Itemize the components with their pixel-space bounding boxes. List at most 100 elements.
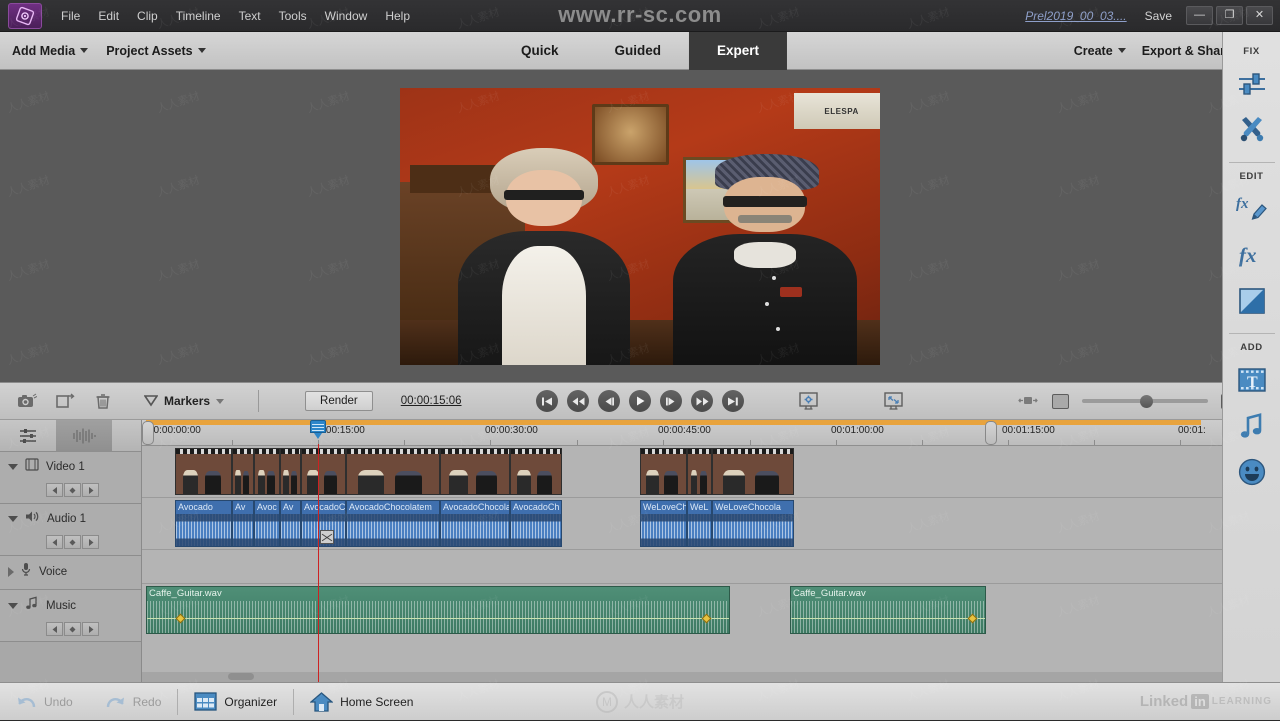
current-timecode[interactable]: 00:00:15:06 [401,395,462,407]
video-clip[interactable] [232,448,254,495]
audio-clip[interactable]: Avoc [254,500,280,547]
track-nav-buttons-music[interactable] [46,622,141,636]
video-preview[interactable]: ELESPA [400,87,880,365]
audio-clip[interactable]: Avocado [175,500,232,547]
zoom-slider[interactable] [1082,393,1208,409]
video-clip[interactable] [712,448,794,495]
chevron-down-icon[interactable] [8,464,18,470]
audio-crossfade-icon[interactable] [320,530,334,544]
menu-item-tools[interactable]: Tools [270,5,316,27]
go-to-start-button[interactable] [536,390,558,412]
add-edit-button[interactable] [64,535,81,549]
render-button[interactable]: Render [305,391,373,411]
track-header-music[interactable]: Music [0,590,141,642]
menu-item-edit[interactable]: Edit [89,5,128,27]
video-clip[interactable] [640,448,687,495]
save-button[interactable]: Save [1145,9,1172,23]
audio-clip[interactable]: WeLoveCh [640,500,687,547]
home-screen-button[interactable]: Home Screen [294,683,429,721]
go-to-end-button[interactable] [722,390,744,412]
chevron-right-icon[interactable] [8,566,14,577]
waveform-icon[interactable] [56,420,112,452]
menu-item-timeline[interactable]: Timeline [167,5,230,27]
video-clip[interactable] [254,448,280,495]
step-backward-button[interactable] [598,390,620,412]
add-media-button[interactable]: Add Media [12,44,89,58]
tab-quick[interactable]: Quick [493,32,587,70]
program-monitor[interactable]: ELESPA [0,70,1280,382]
undo-button[interactable]: Undo [0,683,89,721]
track-header-voice[interactable]: Voice [0,556,141,590]
audio-clip[interactable]: WeLoveChocola [712,500,794,547]
audio-clip[interactable]: AvocadoChocola [440,500,510,547]
menu-item-window[interactable]: Window [316,5,377,27]
track-header-video-1[interactable]: Video 1 [0,452,141,504]
rewind-button[interactable] [567,390,589,412]
monitor-gear-icon[interactable] [797,390,819,412]
track-header-audio-1[interactable]: Audio 1 [0,504,141,556]
add-edit-button[interactable] [64,622,81,636]
audio-clip[interactable]: AvocadoCh [510,500,562,547]
tab-expert[interactable]: Expert [688,31,788,70]
fx-pencil-icon[interactable]: fx [1234,191,1270,227]
menu-item-text[interactable]: Text [230,5,270,27]
monitor-fit-icon[interactable] [882,390,904,412]
ruler-scroll-thumb-right[interactable] [985,421,997,445]
create-button[interactable]: Create [1074,44,1126,58]
title-t-icon[interactable]: T [1234,362,1270,398]
track-video-1[interactable] [142,446,1280,498]
prev-edit-button[interactable] [46,535,63,549]
close-button[interactable]: ✕ [1246,6,1273,25]
music-clip[interactable]: Caffe_Guitar.wav [790,586,986,634]
camera-icon[interactable] [16,390,38,412]
menu-item-file[interactable]: File [52,5,89,27]
next-edit-button[interactable] [82,535,99,549]
next-edit-button[interactable] [82,622,99,636]
transition-icon[interactable] [1234,283,1270,319]
track-nav-buttons-video-1[interactable] [46,483,141,497]
track-settings-icon[interactable] [0,420,56,452]
maximize-button[interactable]: ❐ [1216,6,1243,25]
scrollbar-thumb[interactable] [228,673,254,680]
add-edit-button[interactable] [64,483,81,497]
audio-clip[interactable]: AvocadoChocolatem [346,500,440,547]
video-clip[interactable] [175,448,232,495]
project-assets-button[interactable]: Project Assets [106,44,206,58]
video-clip[interactable] [301,448,346,495]
minimize-button[interactable]: — [1186,6,1213,25]
track-music[interactable]: Caffe_Guitar.wav Caffe_Guitar.wav [142,584,1280,636]
zoom-out-icon[interactable] [1017,390,1039,412]
redo-button[interactable]: Redo [89,683,178,721]
organizer-button[interactable]: Organizer [178,683,293,721]
sliders-icon[interactable] [1234,66,1270,102]
music-note-icon[interactable] [1234,408,1270,444]
audio-clip[interactable]: Av [280,500,301,547]
track-nav-buttons-audio-1[interactable] [46,535,141,549]
audio-clip[interactable]: Av [232,500,254,547]
prev-edit-button[interactable] [46,622,63,636]
video-clip[interactable] [510,448,562,495]
play-button[interactable] [629,390,651,412]
music-clip[interactable]: Caffe_Guitar.wav [146,586,730,634]
duplicate-icon[interactable] [54,390,76,412]
audio-clip[interactable]: WeL [687,500,712,547]
fx-icon[interactable]: fx [1234,237,1270,273]
tab-guided[interactable]: Guided [586,32,689,70]
prev-edit-button[interactable] [46,483,63,497]
video-clip[interactable] [440,448,510,495]
track-audio-1[interactable]: Avocado Av Avoc Av AvocadoC AvocadoChoco… [142,498,1280,550]
chevron-down-icon[interactable] [8,602,18,609]
smiley-icon[interactable] [1234,454,1270,490]
step-forward-button[interactable] [660,390,682,412]
markers-menu[interactable]: Markers [144,394,225,408]
chevron-down-icon[interactable] [8,516,18,522]
video-clip[interactable] [346,448,440,495]
export-share-button[interactable]: Export & Share [1142,44,1232,58]
playhead-handle[interactable] [310,420,326,439]
zoom-slider-knob[interactable] [1139,394,1153,408]
track-voice[interactable] [142,550,1280,584]
video-clip[interactable] [687,448,712,495]
next-edit-button[interactable] [82,483,99,497]
project-title[interactable]: Prel2019_00_03.... [1025,9,1126,23]
wrench-screwdriver-icon[interactable] [1234,112,1270,148]
